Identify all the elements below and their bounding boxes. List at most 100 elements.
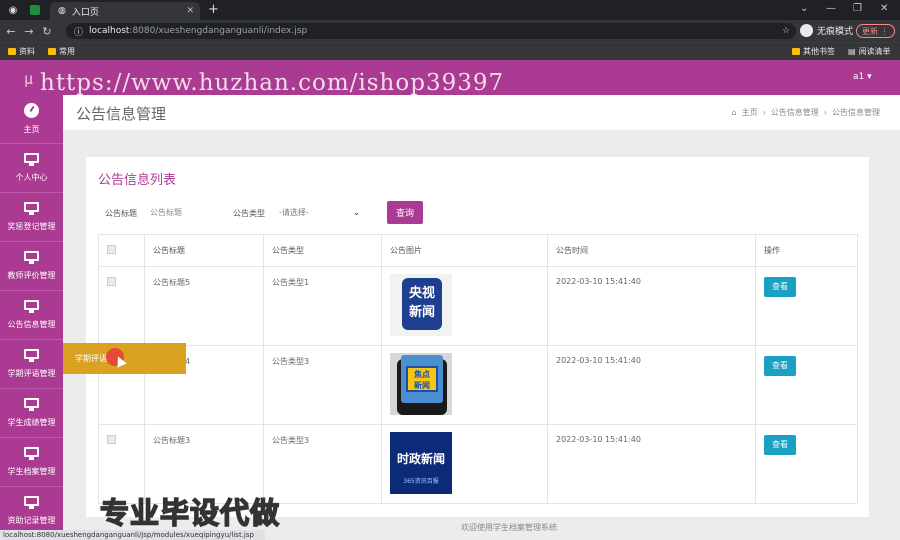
sidebar-item-term-comments[interactable]: 学期评语管理 <box>0 340 63 389</box>
tab-search-icon[interactable]: ⌄ <box>800 3 808 14</box>
chevron-down-icon: ⌄ <box>353 207 360 217</box>
other-bookmarks[interactable]: 其他书签 <box>792 46 835 57</box>
info-icon[interactable]: ⓘ <box>74 25 83 38</box>
select-all-checkbox[interactable] <box>107 245 116 254</box>
reload-icon[interactable]: ↻ <box>38 25 56 38</box>
sidebar-item-label: 学生成绩管理 <box>7 418 56 427</box>
action-cell: 查看 <box>755 345 858 425</box>
sidebar-item-archives[interactable]: 学生档案管理 <box>0 438 63 487</box>
title-filter-label: 公告标题 <box>105 209 137 218</box>
sidebar-item-label: 主页 <box>23 125 40 134</box>
browser-tab-bar: ◉ ◍ 入口页 ✕ + ⌄ — ❐ ✕ <box>0 0 900 20</box>
column-header: 公告图片 <box>381 234 548 267</box>
close-tab-icon[interactable]: ✕ <box>186 6 194 16</box>
minimize-icon[interactable]: — <box>826 3 836 14</box>
sidebar-item-home[interactable]: 主页 <box>0 95 63 144</box>
image-text: 365资讯百报 <box>403 478 439 485</box>
new-tab-icon[interactable]: + <box>208 2 219 17</box>
title-cell: 公告标题5 <box>144 266 264 346</box>
view-button[interactable]: 查看 <box>764 435 796 455</box>
search-button[interactable]: 查询 <box>387 201 423 224</box>
action-cell: 查看 <box>755 266 858 346</box>
pinned-tab-icon[interactable] <box>30 5 40 15</box>
image-text: 焦点 <box>414 370 430 379</box>
column-header: 操作 <box>755 234 858 267</box>
breadcrumb-current: 公告信息管理 <box>832 108 880 117</box>
image-cell: 焦点 新闻 <box>381 345 548 425</box>
browser-tab[interactable]: ◍ 入口页 ✕ <box>50 2 200 20</box>
watermark-text: 专业毕设代做 <box>99 495 281 531</box>
maximize-icon[interactable]: ❐ <box>853 3 862 14</box>
bookmark-label: 阅读清单 <box>858 47 891 56</box>
breadcrumb-item[interactable]: 公告信息管理 <box>771 107 819 118</box>
sidebar-item-notices[interactable]: 公告信息管理 <box>0 291 63 340</box>
bookmark-folder[interactable]: 资料 <box>8 46 35 57</box>
type-cell: 公告类型3 <box>263 345 382 425</box>
row-checkbox[interactable] <box>107 277 116 286</box>
bookmarks-bar: 资料 常用 其他书签 ▤ 阅读清单 <box>0 42 900 60</box>
type-filter-label: 公告类型 <box>233 209 265 218</box>
monitor-icon <box>24 398 39 411</box>
forward-icon[interactable]: → <box>20 25 38 38</box>
browser-menu-icon[interactable]: ◉ <box>6 3 20 17</box>
column-header: 公告类型 <box>263 234 382 267</box>
back-icon[interactable]: ← <box>2 25 20 38</box>
monitor-icon <box>24 496 39 509</box>
submenu-label: 学期评语 <box>75 354 107 363</box>
image-text: 新闻 <box>414 381 430 390</box>
sidebar-item-rewards[interactable]: 奖惩登记管理 <box>0 193 63 242</box>
sidebar-item-profile[interactable]: 个人中心 <box>0 144 63 193</box>
action-cell: 查看 <box>755 424 858 504</box>
globe-icon: ◍ <box>58 6 66 16</box>
sidebar-item-aid-records[interactable]: 资助记录管理 <box>0 487 63 536</box>
sidebar-item-label: 个人中心 <box>15 173 48 182</box>
user-menu[interactable]: a1 ▾ <box>853 72 872 82</box>
table-row: 公告标题4 公告类型3 焦点新闻 2022-03-10 15:41:40 查看 <box>98 345 858 425</box>
sidebar-item-label: 奖惩登记管理 <box>7 222 56 231</box>
view-button[interactable]: 查看 <box>764 356 796 376</box>
image-text: 时政新闻 <box>396 452 445 466</box>
monitor-icon <box>24 349 39 362</box>
panel-title: 公告信息列表 <box>98 173 177 188</box>
bookmark-folder[interactable]: 常用 <box>48 46 75 57</box>
select-all-cell <box>98 234 145 267</box>
folder-icon <box>792 48 800 55</box>
row-checkbox[interactable] <box>107 435 116 444</box>
footer-text: 欢迎使用学生档案管理系统 <box>461 523 557 532</box>
monitor-icon <box>24 153 39 166</box>
notice-list-panel: 公告信息列表 公告标题 公告标题 公告类型 -请选择- ⌄ 查询 公告标题 公告… <box>86 157 869 517</box>
table-header-row: 公告标题 公告类型 公告图片 公告时间 操作 <box>98 234 858 267</box>
chevron-right-icon: › <box>823 108 827 117</box>
view-button[interactable]: 查看 <box>764 277 796 297</box>
folder-icon <box>48 48 56 55</box>
sidebar: 主页 个人中心 奖惩登记管理 教师评价管理 公告信息管理 学期评语管理 学生成绩… <box>0 95 63 536</box>
bookmark-label: 资料 <box>19 47 35 56</box>
time-cell: 2022-03-10 15:41:40 <box>547 266 756 346</box>
filter-bar: 公告标题 公告标题 公告类型 -请选择- ⌄ 查询 <box>86 201 869 224</box>
bookmark-star-icon[interactable]: ☆ <box>782 26 790 36</box>
monitor-icon <box>24 251 39 264</box>
time-cell: 2022-03-10 15:41:40 <box>547 345 756 425</box>
page-title-bar: 公告信息管理 ⌂ 主页 › 公告信息管理 › 公告信息管理 <box>63 95 900 130</box>
breadcrumb-home[interactable]: 主页 <box>742 107 758 118</box>
sidebar-item-label: 公告信息管理 <box>7 320 56 329</box>
bookmark-label: 常用 <box>59 47 75 56</box>
notice-image: 央视 新闻 <box>390 274 452 336</box>
monitor-icon <box>24 447 39 460</box>
sidebar-item-teacher-eval[interactable]: 教师评价管理 <box>0 242 63 291</box>
incognito-indicator[interactable]: 无痕模式 <box>800 24 853 37</box>
sidebar-item-grades[interactable]: 学生成绩管理 <box>0 389 63 438</box>
notice-image: 时政新闻 365资讯百报 <box>390 432 452 494</box>
update-button[interactable]: 更新 ⋮ <box>856 24 895 38</box>
image-text: 央视 <box>408 286 435 301</box>
url-field[interactable]: ⓘ localhost:8080/xueshengdanganguanli/in… <box>66 23 796 39</box>
reading-list[interactable]: ▤ 阅读清单 <box>848 46 891 57</box>
image-text: 新闻 <box>408 305 435 320</box>
type-filter-select[interactable]: -请选择- ⌄ <box>276 203 364 221</box>
sidebar-item-label: 教师评价管理 <box>7 271 56 280</box>
title-filter-input[interactable]: 公告标题 <box>146 203 224 221</box>
close-window-icon[interactable]: ✕ <box>880 3 888 14</box>
folder-icon <box>8 48 16 55</box>
type-cell: 公告类型1 <box>263 266 382 346</box>
breadcrumb: ⌂ 主页 › 公告信息管理 › 公告信息管理 <box>732 107 880 118</box>
